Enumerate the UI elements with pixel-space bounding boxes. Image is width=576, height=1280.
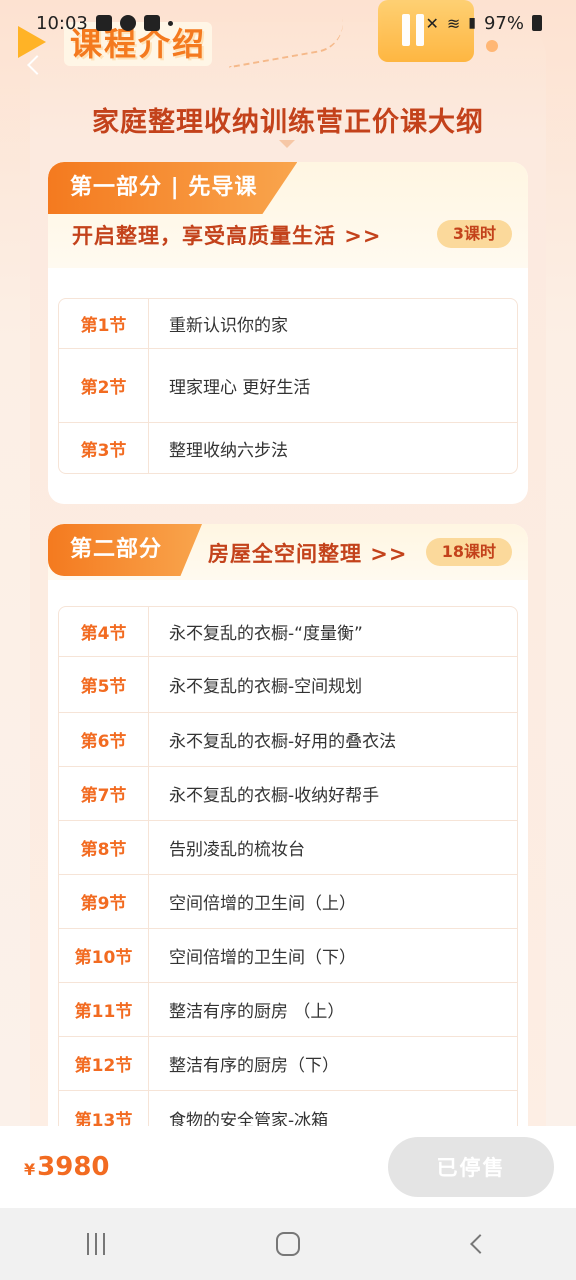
lesson-number: 第5节 xyxy=(59,657,149,712)
course-content[interactable]: 课程介绍 家庭整理收纳训练营正价课大纲 第一部分 | 先导课 开启整理，享受高质… xyxy=(0,0,576,1126)
app-notification-icon xyxy=(143,15,160,31)
mute-icon: ✕ xyxy=(425,13,439,33)
lesson-row[interactable]: 第7节 永不复乱的衣橱-收纳好帮手 xyxy=(59,767,517,821)
lesson-title: 空间倍增的卫生间（上） xyxy=(169,894,356,914)
lesson-title: 整洁有序的厨房（下） xyxy=(169,1056,339,1076)
section-subtitle-link[interactable]: 开启整理，享受高质量生活 >> xyxy=(72,220,382,250)
currency-symbol: ¥ xyxy=(24,1160,36,1179)
status-bar: 10:03 ✕ ≋ ▮ 97% xyxy=(0,0,576,46)
lesson-number: 第7节 xyxy=(59,767,149,820)
price-value: 3980 xyxy=(37,1152,110,1182)
lesson-title: 重新认识你的家 xyxy=(169,316,288,336)
purchase-bar: ¥ 3980 已停售 xyxy=(0,1126,576,1208)
lesson-number: 第9节 xyxy=(59,875,149,928)
back-nav-icon xyxy=(470,1234,490,1254)
lesson-row[interactable]: 第5节 永不复乱的衣橱-空间规划 xyxy=(59,657,517,713)
section-whole-house: 第二部分 房屋全空间整理 >> 18课时 第4节 永不复乱的衣橱-“度量衡” 第… xyxy=(48,524,528,1126)
recent-apps-button[interactable] xyxy=(66,1224,126,1264)
lesson-row[interactable]: 第6节 永不复乱的衣橱-好用的叠衣法 xyxy=(59,713,517,767)
recent-apps-icon xyxy=(87,1233,105,1255)
lesson-number: 第6节 xyxy=(59,713,149,766)
home-icon xyxy=(276,1232,300,1256)
lesson-number: 第1节 xyxy=(59,299,149,348)
lesson-title: 整理收纳六步法 xyxy=(169,440,288,461)
lesson-row[interactable]: 第4节 永不复乱的衣橱-“度量衡” xyxy=(59,607,517,657)
back-button[interactable] xyxy=(450,1224,510,1264)
home-button[interactable] xyxy=(258,1224,318,1264)
lesson-number: 第13节 xyxy=(59,1091,149,1126)
more-notifications-dot xyxy=(167,20,173,26)
lesson-title: 食物的安全管家-冰箱 xyxy=(169,1110,329,1127)
lesson-title: 永不复乱的衣橱-收纳好帮手 xyxy=(169,786,380,806)
wifi-icon: ≋ xyxy=(446,13,461,33)
chat-notification-icon xyxy=(119,15,136,31)
page-title: 家庭整理收纳训练营正价课大纲 xyxy=(92,107,484,138)
lesson-row[interactable]: 第9节 空间倍增的卫生间（上） xyxy=(59,875,517,929)
section-tag: 第一部分 | 先导课 xyxy=(48,162,298,214)
lesson-table: 第4节 永不复乱的衣橱-“度量衡” 第5节 永不复乱的衣橱-空间规划 第6节 永… xyxy=(58,606,518,1126)
battery-icon xyxy=(532,15,542,31)
lesson-number: 第3节 xyxy=(59,423,149,473)
price: ¥ 3980 xyxy=(24,1152,110,1182)
section-header: 第二部分 房屋全空间整理 >> 18课时 xyxy=(48,524,528,580)
status-right: ✕ ≋ ▮ 97% xyxy=(425,13,542,34)
lesson-title: 理家理心 更好生活 xyxy=(169,378,311,398)
lesson-row[interactable]: 第2节 理家理心 更好生活 xyxy=(59,349,517,423)
lesson-row[interactable]: 第10节 空间倍增的卫生间（下） xyxy=(59,929,517,983)
title-pointer-icon xyxy=(279,140,295,148)
lesson-count-badge: 3课时 xyxy=(436,220,512,248)
lesson-number: 第2节 xyxy=(59,349,149,422)
status-left: 10:03 xyxy=(36,13,173,34)
section-header: 第一部分 | 先导课 开启整理，享受高质量生活 >> 3课时 xyxy=(48,162,528,268)
lesson-number: 第10节 xyxy=(59,929,149,982)
signal-icon: ▮ xyxy=(468,15,476,31)
lesson-title: 告别凌乱的梳妆台 xyxy=(169,840,305,860)
battery-percent: 97% xyxy=(483,12,524,34)
section-subtitle-link[interactable]: 房屋全空间整理 >> xyxy=(208,538,408,568)
lesson-title: 整洁有序的厨房 （上） xyxy=(169,1002,345,1022)
lesson-row[interactable]: 第11节 整洁有序的厨房 （上） xyxy=(59,983,517,1037)
section-intro: 第一部分 | 先导课 开启整理，享受高质量生活 >> 3课时 第1节 重新认识你… xyxy=(48,162,528,504)
lesson-row[interactable]: 第3节 整理收纳六步法 xyxy=(59,423,517,473)
lesson-number: 第4节 xyxy=(59,607,149,656)
lesson-number: 第8节 xyxy=(59,821,149,874)
gallery-notification-icon xyxy=(95,15,112,31)
lesson-number: 第12节 xyxy=(59,1037,149,1090)
lesson-count-badge: 18课时 xyxy=(425,538,512,566)
back-icon[interactable] xyxy=(27,55,47,75)
lesson-title: 永不复乱的衣橱-好用的叠衣法 xyxy=(169,732,397,752)
lesson-title: 永不复乱的衣橱-空间规划 xyxy=(169,677,363,697)
lesson-row[interactable]: 第13节 食物的安全管家-冰箱 xyxy=(59,1091,517,1126)
lesson-row[interactable]: 第12节 整洁有序的厨房（下） xyxy=(59,1037,517,1091)
status-time: 10:03 xyxy=(36,12,88,34)
lesson-table: 第1节 重新认识你的家 第2节 理家理心 更好生活 第3节 整理收纳六步法 xyxy=(58,298,518,474)
lesson-title: 空间倍增的卫生间（下） xyxy=(169,948,356,968)
lesson-title: 永不复乱的衣橱-“度量衡” xyxy=(169,624,363,644)
lesson-row[interactable]: 第8节 告别凌乱的梳妆台 xyxy=(59,821,517,875)
lesson-row[interactable]: 第1节 重新认识你的家 xyxy=(59,299,517,349)
section-tag: 第二部分 xyxy=(48,524,203,576)
sold-out-button[interactable]: 已停售 xyxy=(388,1137,554,1197)
system-nav-bar xyxy=(0,1208,576,1280)
lesson-number: 第11节 xyxy=(59,983,149,1036)
